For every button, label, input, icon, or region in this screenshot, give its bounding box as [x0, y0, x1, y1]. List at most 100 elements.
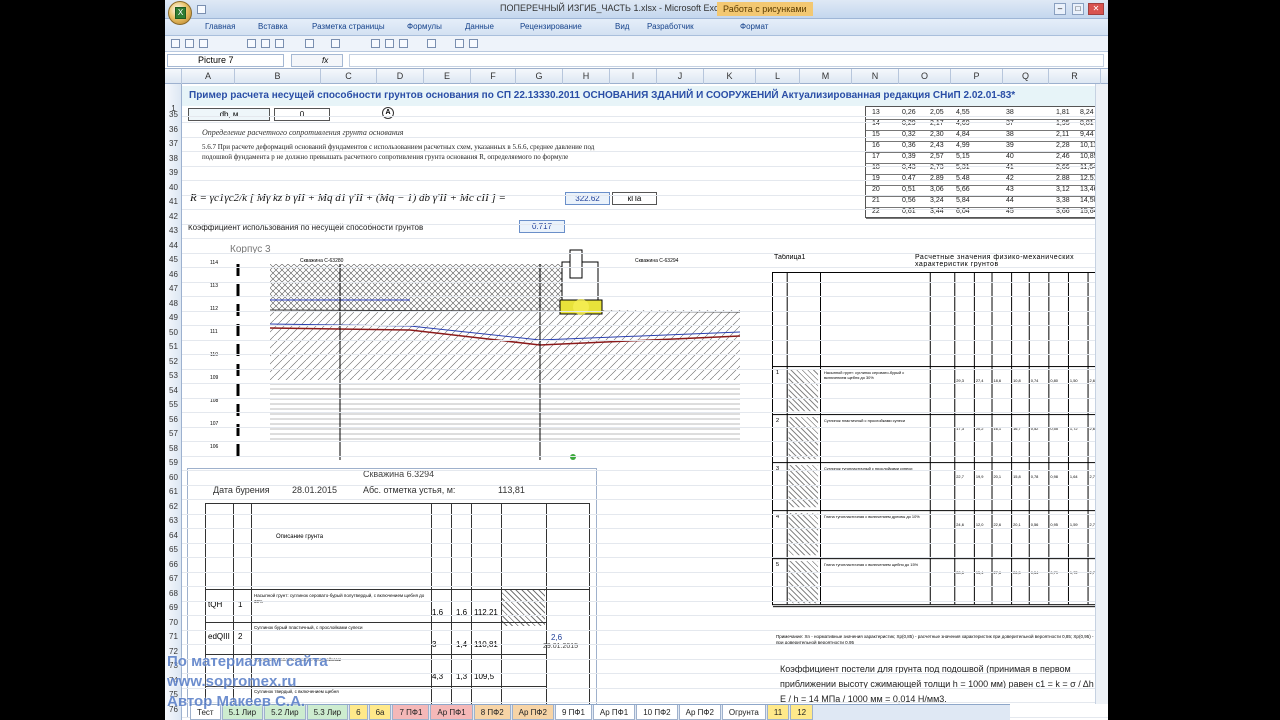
chart-icon[interactable] [455, 39, 464, 48]
row-header-45[interactable]: 45 [165, 255, 182, 264]
column-header-K[interactable]: K [704, 69, 756, 84]
column-header-R[interactable]: R [1049, 69, 1101, 84]
sheet-tab-5[interactable]: 6а [368, 705, 392, 720]
row-header-46[interactable]: 46 [165, 270, 182, 279]
save-icon[interactable] [171, 39, 180, 48]
column-header-P[interactable]: P [951, 69, 1003, 84]
sheet-tab-10[interactable]: 9 ПФ1 [554, 705, 592, 720]
sheet-tab-7[interactable]: Ар ПФ1 [430, 705, 473, 720]
row-header-66[interactable]: 66 [165, 560, 182, 569]
grid-icon[interactable] [261, 39, 270, 48]
row-header-53[interactable]: 53 [165, 371, 182, 380]
name-box[interactable]: Picture 7 [167, 54, 284, 67]
row-header-59[interactable]: 59 [165, 458, 182, 467]
sheet-tab-14[interactable]: Огрунта [721, 705, 766, 720]
ribbon-tab-7[interactable]: Разработчик [647, 22, 694, 31]
worksheet[interactable]: Пример расчета несущей способности грунт… [182, 84, 1108, 720]
row-header-52[interactable]: 52 [165, 357, 182, 366]
picture-icon[interactable] [385, 39, 394, 48]
row-header-58[interactable]: 58 [165, 444, 182, 453]
ribbon-tab-3[interactable]: Формулы [407, 22, 442, 31]
row-header-65[interactable]: 65 [165, 545, 182, 554]
close-icon[interactable]: ✕ [1088, 3, 1104, 15]
column-header-Q[interactable]: Q [1003, 69, 1049, 84]
vertical-scrollbar[interactable] [1095, 84, 1108, 704]
row-header-49[interactable]: 49 [165, 313, 182, 322]
column-header-D[interactable]: D [377, 69, 424, 84]
crop-icon[interactable] [371, 39, 380, 48]
table1-picture[interactable]: Таблица1 Расчетные значения физико-механ… [760, 244, 1105, 660]
undo-icon[interactable] [185, 39, 194, 48]
row-header-60[interactable]: 60 [165, 473, 182, 482]
row-header-67[interactable]: 67 [165, 574, 182, 583]
maximize-icon[interactable]: □ [1072, 3, 1084, 15]
column-header-M[interactable]: M [800, 69, 852, 84]
column-header-H[interactable]: H [563, 69, 610, 84]
row-header-68[interactable]: 68 [165, 589, 182, 598]
row-header-63[interactable]: 63 [165, 516, 182, 525]
border-icon[interactable] [247, 39, 256, 48]
row-header-47[interactable]: 47 [165, 284, 182, 293]
ribbon-tab-2[interactable]: Разметка страницы [312, 22, 385, 31]
fx-button[interactable]: fx [291, 54, 343, 67]
row-header-39[interactable]: 39 [165, 168, 182, 177]
formula-input[interactable] [349, 54, 1104, 67]
row-header-36[interactable]: 36 [165, 125, 182, 134]
row-header-48[interactable]: 48 [165, 299, 182, 308]
row-header-55[interactable]: 55 [165, 400, 182, 409]
column-header-L[interactable]: L [756, 69, 800, 84]
column-header-B[interactable]: B [235, 69, 321, 84]
row-header-64[interactable]: 64 [165, 531, 182, 540]
column-header-E[interactable]: E [424, 69, 471, 84]
column-header-F[interactable]: F [471, 69, 516, 84]
sheet-tab-15[interactable]: 11 [766, 705, 790, 720]
row-header-41[interactable]: 41 [165, 197, 182, 206]
ribbon-tab-1[interactable]: Вставка [258, 22, 288, 31]
column-header-C[interactable]: C [321, 69, 377, 84]
column-header-N[interactable]: N [852, 69, 899, 84]
row-header-70[interactable]: 70 [165, 618, 182, 627]
db-value[interactable]: 0 [274, 108, 330, 121]
row-header-57[interactable]: 57 [165, 429, 182, 438]
ribbon-tab-0[interactable]: Главная [205, 22, 235, 31]
customize-icon[interactable] [469, 39, 478, 48]
row-header-56[interactable]: 56 [165, 415, 182, 424]
row-header-37[interactable]: 37 [165, 139, 182, 148]
row-header-62[interactable]: 62 [165, 502, 182, 511]
row-header-50[interactable]: 50 [165, 328, 182, 337]
save-icon[interactable] [197, 5, 206, 14]
sheet-tab-12[interactable]: 10 ПФ2 [636, 705, 678, 720]
row-header-61[interactable]: 61 [165, 487, 182, 496]
rotate-icon[interactable] [399, 39, 408, 48]
column-header-O[interactable]: O [899, 69, 951, 84]
office-button[interactable]: X [168, 1, 192, 25]
row-header-71[interactable]: 71 [165, 632, 182, 641]
brush-icon[interactable] [427, 39, 436, 48]
sheet-tab-8[interactable]: 8 ПФ2 [473, 705, 511, 720]
row-header-43[interactable]: 43 [165, 226, 182, 235]
row-header-44[interactable]: 44 [165, 241, 182, 250]
sheet-tab-4[interactable]: 6 [349, 705, 368, 720]
ribbon-tab-6[interactable]: Вид [615, 22, 629, 31]
sheet-tab-16[interactable]: 12 [790, 705, 814, 720]
column-header-J[interactable]: J [657, 69, 704, 84]
column-header-G[interactable]: G [516, 69, 563, 84]
row-header-35[interactable]: 35 [165, 110, 182, 119]
column-header-A[interactable]: A [182, 69, 235, 84]
column-header-I[interactable]: I [610, 69, 657, 84]
ribbon-tab-5[interactable]: Рецензирование [520, 22, 582, 31]
sheet-tab-6[interactable]: 7 ПФ1 [392, 705, 430, 720]
ribbon-tab-4[interactable]: Данные [465, 22, 494, 31]
font-color-icon[interactable] [331, 39, 340, 48]
sheet-tab-13[interactable]: Ар ПФ2 [678, 705, 721, 720]
sheet-tab-9[interactable]: Ар ПФ2 [511, 705, 554, 720]
row-header-51[interactable]: 51 [165, 342, 182, 351]
fill-color-icon[interactable] [305, 39, 314, 48]
sheet-tab-11[interactable]: Ар ПФ1 [592, 705, 636, 720]
minimize-icon[interactable]: – [1054, 3, 1066, 15]
align-icon[interactable] [275, 39, 284, 48]
row-header-42[interactable]: 42 [165, 212, 182, 221]
ribbon-tab-8[interactable]: Формат [740, 22, 768, 31]
row-header-40[interactable]: 40 [165, 183, 182, 192]
row-header-38[interactable]: 38 [165, 154, 182, 163]
